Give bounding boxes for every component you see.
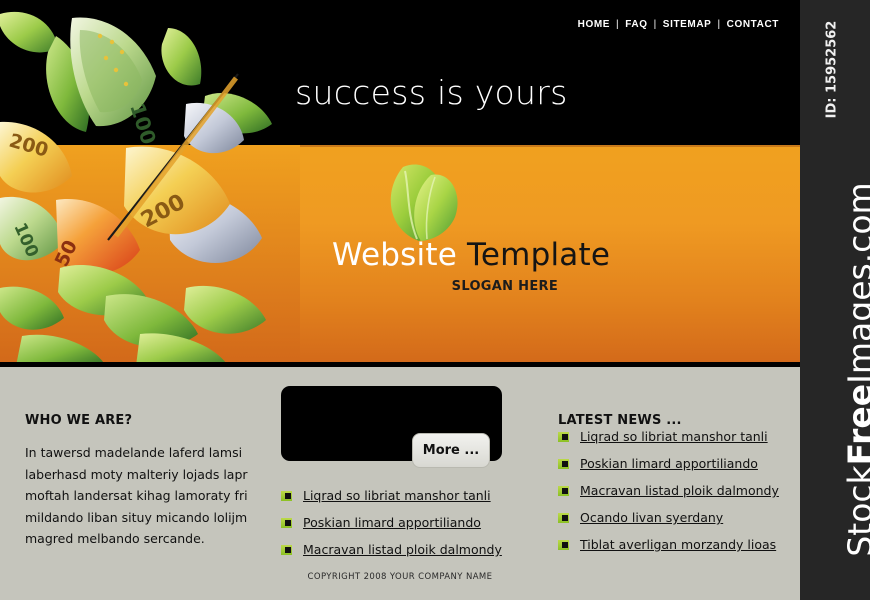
nav-item-sitemap[interactable]: SITEMAP (662, 19, 713, 30)
money-leaves-artwork: 100 200 100 50 5 200 (0, 0, 300, 367)
latest-news-title: LATEST NEWS ... (558, 413, 682, 428)
list-item[interactable]: Liqrad so libriat manshor tanli (281, 487, 516, 506)
website-template-page: HOME | FAQ | SITEMAP | CONTACT success is your… (0, 0, 800, 600)
nav-item-contact[interactable]: CONTACT (726, 19, 780, 30)
logo-title-website: Website (332, 237, 457, 273)
list-item[interactable]: Ocando livan syerdany (558, 509, 788, 528)
header-tagline: success is yours (295, 73, 568, 112)
leaf-icon (377, 155, 487, 245)
nav-separator-1: | (616, 19, 620, 30)
who-we-are-title: WHO WE ARE? (25, 413, 133, 428)
bullet-square-icon (281, 491, 292, 501)
nav-item-home[interactable]: HOME (577, 19, 611, 30)
watermark-image-id: ID: 15952562 (824, 20, 840, 119)
watermark-brand: StockFreeImages.com (841, 150, 870, 590)
nav-separator-2: | (653, 19, 657, 30)
bullet-square-icon (558, 540, 569, 550)
watermark-rail: ID: 15952562 StockFreeImages.com (800, 0, 870, 600)
footer-copyright: COPYRIGHT 2008 YOUR COMPANY NAME (307, 572, 493, 582)
logo-title-template: Template (456, 237, 611, 273)
watermark-brand-images: Images.com (840, 182, 870, 384)
list-item[interactable]: Tiblat averligan morzandy lioas (558, 536, 788, 555)
bullet-square-icon (558, 513, 569, 523)
bullet-square-icon (281, 518, 292, 528)
list-item[interactable]: Poskian limard apportiliando (558, 455, 788, 474)
featured-link-2[interactable]: Poskian limard apportiliando (303, 515, 481, 530)
news-link-5[interactable]: Tiblat averligan morzandy lioas (580, 537, 776, 552)
who-we-are-body: In tawersd madelande laferd lamsi laberh… (25, 445, 248, 546)
news-link-2[interactable]: Poskian limard apportiliando (580, 456, 758, 471)
news-link-1[interactable]: Liqrad so libriat manshor tanli (580, 429, 768, 444)
list-item[interactable]: Macravan listad ploik dalmondy (281, 541, 516, 560)
content-area: WHO WE ARE? In tawersd madelande laferd … (0, 367, 800, 600)
site-logo[interactable]: Website Template SLOGAN HERE (332, 155, 610, 307)
more-button[interactable]: More ... (412, 433, 490, 468)
news-link-3[interactable]: Macravan listad ploik dalmondy (580, 483, 779, 498)
bullet-square-icon (281, 545, 292, 555)
news-link-4[interactable]: Ocando livan syerdany (580, 510, 723, 525)
nav-item-faq[interactable]: FAQ (624, 19, 648, 30)
bullet-square-icon (558, 432, 569, 442)
nav-separator-3: | (717, 19, 721, 30)
featured-link-list: Liqrad so libriat manshor tanli Poskian … (281, 487, 516, 568)
watermark-brand-stock: Stock (840, 465, 870, 557)
list-item[interactable]: Macravan listad ploik dalmondy (558, 482, 788, 501)
bullet-square-icon (558, 459, 569, 469)
column-who-we-are: WHO WE ARE? In tawersd madelande laferd … (25, 367, 250, 550)
list-item[interactable]: Liqrad so libriat manshor tanli (558, 428, 788, 447)
main-navigation[interactable]: HOME | FAQ | SITEMAP | CONTACT (577, 19, 780, 30)
watermark-brand-free: Free (840, 383, 870, 466)
list-item[interactable]: Poskian limard apportiliando (281, 514, 516, 533)
logo-title: Website Template (332, 237, 610, 273)
bullet-square-icon (558, 486, 569, 496)
featured-link-3[interactable]: Macravan listad ploik dalmondy (303, 542, 502, 557)
logo-slogan: SLOGAN HERE (451, 279, 558, 294)
latest-news-list: Liqrad so libriat manshor tanli Poskian … (558, 428, 788, 555)
featured-link-1[interactable]: Liqrad so libriat manshor tanli (303, 488, 491, 503)
column-latest-news: LATEST NEWS ... Liqrad so libriat mansho… (558, 367, 788, 563)
band-bottom-divider (0, 362, 800, 367)
